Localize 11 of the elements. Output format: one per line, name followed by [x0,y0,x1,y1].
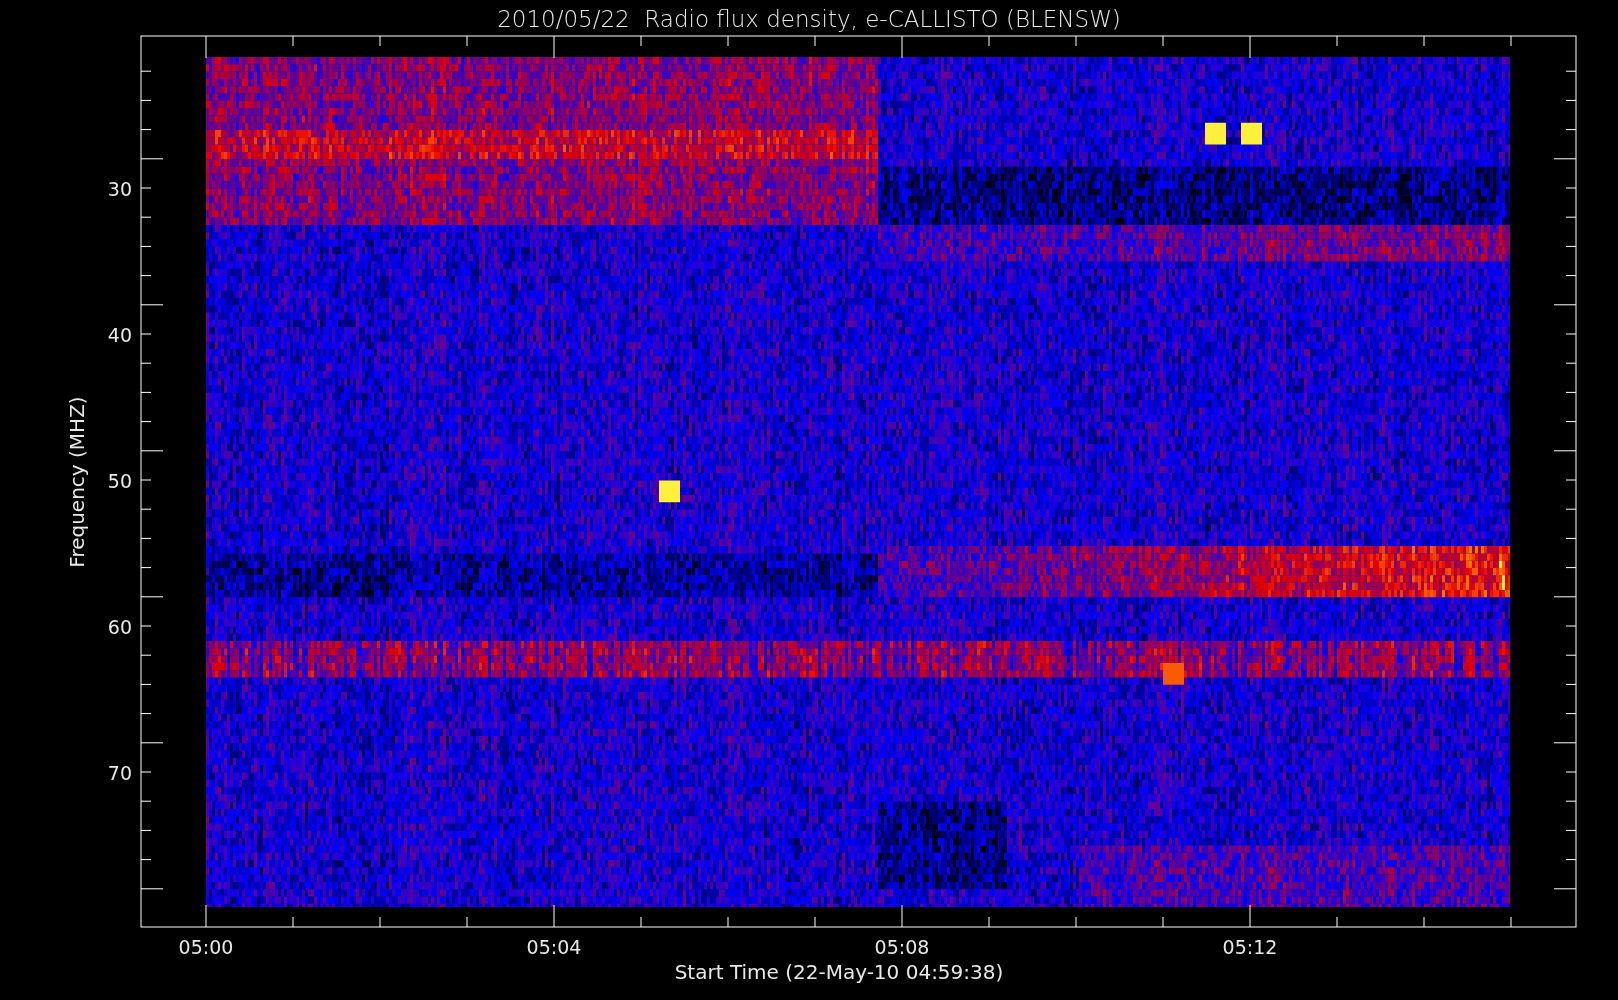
x-axis-label: Start Time (22-May-10 04:59:38) [673,959,1005,986]
chart-title: 2010/05/22 Radio flux density, e-CALLISTO (BLENSW) [496,5,1122,34]
y-tick-label: 60 [106,615,132,640]
x-tick-label: 05:12 [1221,935,1279,960]
x-tick-label: 05:00 [177,935,235,960]
x-tick-label: 05:08 [873,935,931,960]
y-tick-label: 70 [106,761,132,786]
x-tick-label: 05:04 [525,935,583,960]
y-tick-label: 30 [106,177,132,202]
y-tick-label: 40 [106,323,132,348]
y-axis-label: Frequency (MHZ) [64,396,90,568]
